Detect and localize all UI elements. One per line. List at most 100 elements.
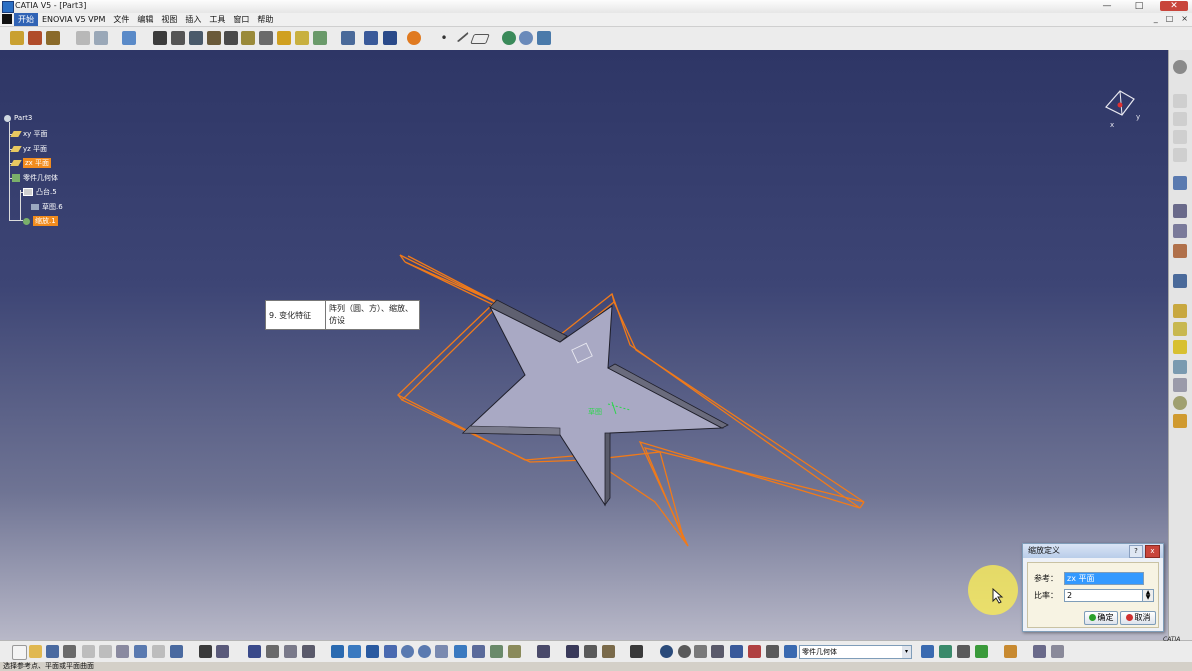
- refresh-icon[interactable]: [660, 645, 673, 658]
- solid-icon[interactable]: [1173, 304, 1187, 318]
- compass-widget[interactable]: x y: [1098, 85, 1144, 131]
- hide-show-icon[interactable]: [490, 645, 503, 658]
- print-icon[interactable]: [63, 645, 76, 658]
- close-button[interactable]: ✕: [1160, 1, 1188, 11]
- comment-icon[interactable]: [216, 645, 229, 658]
- plane-tool-icon[interactable]: [470, 34, 490, 44]
- capture-icon[interactable]: [678, 645, 691, 658]
- knowledge-icon[interactable]: [957, 645, 970, 658]
- multi-view-icon[interactable]: [1173, 378, 1187, 392]
- tree-root[interactable]: Part3: [4, 114, 32, 122]
- menu-view[interactable]: 视图: [157, 13, 181, 26]
- pocket-icon[interactable]: [1173, 244, 1187, 258]
- line-tool-icon[interactable]: [453, 27, 469, 43]
- reference-field[interactable]: zx 平面: [1064, 572, 1144, 585]
- apply-material-icon[interactable]: [1004, 645, 1017, 658]
- assemble-tool-icon[interactable]: [295, 31, 309, 45]
- camera-icon[interactable]: [630, 645, 643, 658]
- chamfer-tool-icon[interactable]: [94, 31, 108, 45]
- draft-tool-icon[interactable]: [241, 31, 255, 45]
- analysis-icon[interactable]: [284, 645, 297, 658]
- parameters-icon[interactable]: [302, 645, 315, 658]
- copy-icon[interactable]: [99, 645, 112, 658]
- hide-show-icon[interactable]: [1173, 148, 1187, 162]
- grid-tool-icon[interactable]: [383, 31, 397, 45]
- paste-icon[interactable]: [116, 645, 129, 658]
- analysis-tool-icon[interactable]: [364, 31, 378, 45]
- menu-start[interactable]: 开始: [14, 13, 38, 26]
- undo-icon[interactable]: [134, 645, 147, 658]
- zoom-in-icon[interactable]: [401, 645, 414, 658]
- pocket-tool-icon[interactable]: [28, 31, 42, 45]
- properties-icon[interactable]: [766, 645, 779, 658]
- tree-item-zx-plane[interactable]: zx 平面: [10, 158, 52, 168]
- surface-icon[interactable]: [1173, 360, 1187, 374]
- mdi-minimize-button[interactable]: _: [1154, 14, 1158, 23]
- layer-icon[interactable]: [730, 645, 743, 658]
- fillet-tool-icon[interactable]: [76, 31, 90, 45]
- ratio-spinner[interactable]: ▲ ▼: [1142, 589, 1154, 602]
- shading-icon[interactable]: [472, 645, 485, 658]
- catalog-browser-icon[interactable]: [939, 645, 952, 658]
- tree-item-yz-plane[interactable]: yz 平面: [10, 144, 47, 154]
- shaft-tool-icon[interactable]: [46, 31, 60, 45]
- chevron-down-icon[interactable]: ▾: [902, 646, 911, 658]
- constraint-tool-icon[interactable]: [341, 31, 355, 45]
- measure-item-icon[interactable]: [584, 645, 597, 658]
- menu-file[interactable]: 文件: [109, 13, 133, 26]
- menu-window[interactable]: 窗口: [229, 13, 253, 26]
- ok-button[interactable]: 确定: [1084, 611, 1118, 625]
- macro-icon[interactable]: [266, 645, 279, 658]
- zoom-out-icon[interactable]: [418, 645, 431, 658]
- open-file-icon[interactable]: [29, 645, 42, 658]
- split-tool-icon[interactable]: [313, 31, 327, 45]
- maximize-button[interactable]: □: [1128, 1, 1150, 11]
- sketcher-icon[interactable]: [1173, 204, 1187, 218]
- pan-icon[interactable]: [366, 645, 379, 658]
- publish-icon[interactable]: [921, 645, 934, 658]
- knowledge-tool-icon[interactable]: [519, 31, 533, 45]
- options-icon[interactable]: [1033, 645, 1046, 658]
- shell-tool-icon[interactable]: [259, 31, 273, 45]
- iso-view-icon[interactable]: [454, 645, 467, 658]
- body-selector-combo[interactable]: 零件几何体 ▾: [799, 645, 912, 659]
- whats-this-icon[interactable]: [170, 645, 183, 658]
- menu-enovia[interactable]: ENOVIA V5 VPM: [38, 13, 109, 26]
- boolean-tool-icon[interactable]: [277, 31, 291, 45]
- material-icon[interactable]: [1173, 414, 1187, 428]
- mdi-close-button[interactable]: ×: [1181, 14, 1188, 23]
- thickness-tool-icon[interactable]: [224, 31, 238, 45]
- menu-help[interactable]: 帮助: [253, 13, 277, 26]
- orient-icon[interactable]: [1173, 396, 1187, 410]
- normal-view-icon[interactable]: [435, 645, 448, 658]
- rotate-icon[interactable]: [384, 645, 397, 658]
- sketch-tool-icon[interactable]: [122, 31, 136, 45]
- save-icon[interactable]: [46, 645, 59, 658]
- filter-icon[interactable]: [748, 645, 761, 658]
- formula-icon[interactable]: [199, 645, 212, 658]
- customize-icon[interactable]: [1051, 645, 1064, 658]
- body-selector-icon[interactable]: [784, 645, 797, 658]
- tree-item-scaling[interactable]: 缩放.1: [23, 216, 58, 226]
- decimal-icon[interactable]: [711, 645, 724, 658]
- new-file-icon[interactable]: [12, 645, 27, 660]
- menu-insert[interactable]: 插入: [181, 13, 205, 26]
- cut-icon[interactable]: [82, 645, 95, 658]
- minimize-button[interactable]: —: [1096, 1, 1118, 11]
- table-icon[interactable]: [248, 645, 261, 658]
- inertia-icon[interactable]: [602, 645, 615, 658]
- box-icon[interactable]: [1173, 340, 1187, 354]
- mdi-restore-button[interactable]: □: [1166, 14, 1174, 23]
- gear-icon[interactable]: [1173, 60, 1187, 74]
- sketch-icon[interactable]: [1173, 274, 1187, 288]
- fit-all-icon[interactable]: [348, 645, 361, 658]
- measure-between-icon[interactable]: [566, 645, 579, 658]
- axis-icon[interactable]: [694, 645, 707, 658]
- swap-space-icon[interactable]: [508, 645, 521, 658]
- pad-icon[interactable]: [1173, 224, 1187, 238]
- view-mode-icon[interactable]: [537, 645, 550, 658]
- tree-item-part-body[interactable]: 零件几何体: [12, 173, 58, 183]
- tree-item-sketch[interactable]: 草图.6: [31, 202, 63, 212]
- rule-icon[interactable]: [975, 645, 988, 658]
- menu-tools[interactable]: 工具: [205, 13, 229, 26]
